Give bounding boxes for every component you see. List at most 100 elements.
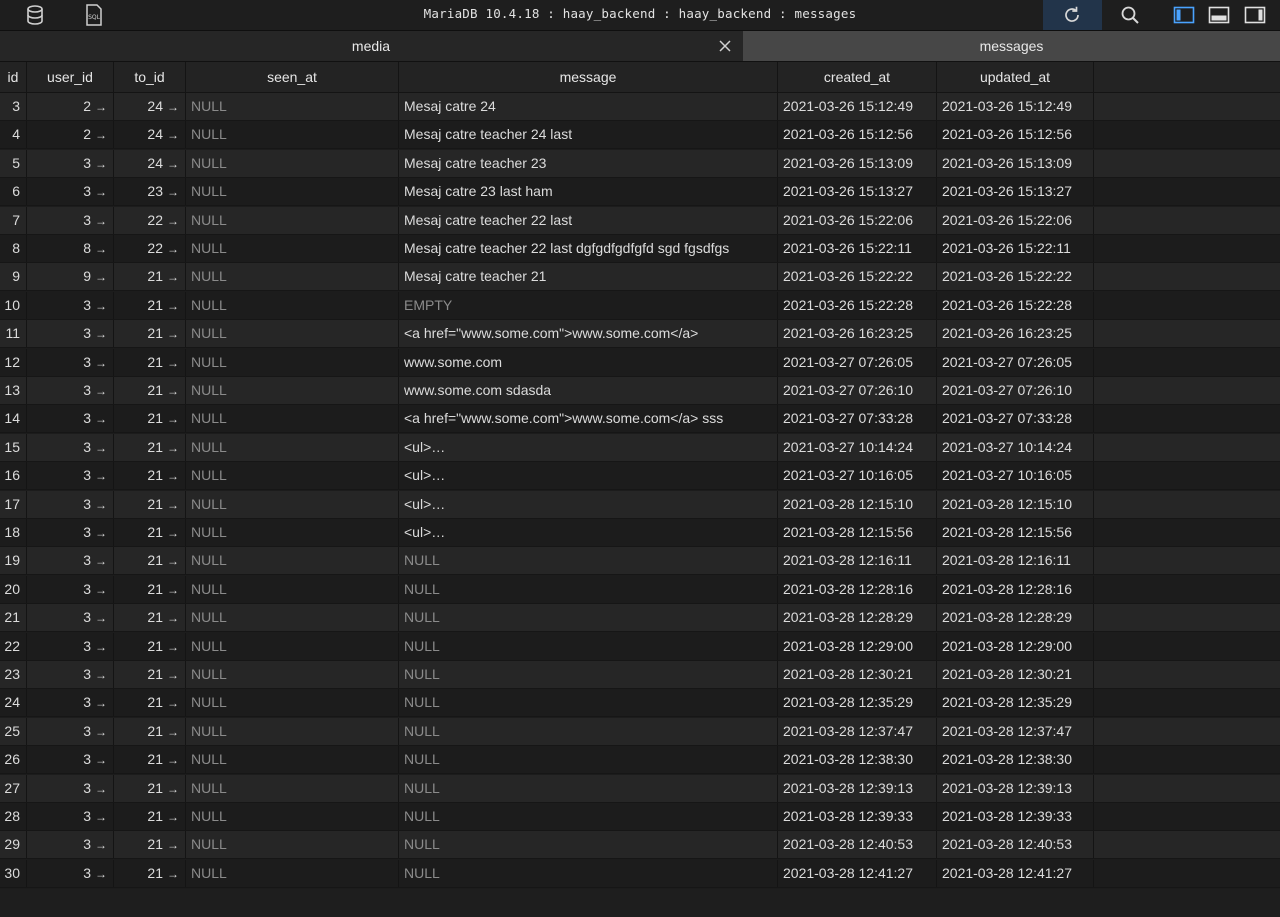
cell-seen-at[interactable]: NULL (186, 121, 399, 149)
cell-to-id[interactable]: 21 → (114, 348, 186, 376)
foreign-key-arrow-icon[interactable]: → (167, 185, 179, 199)
cell-user-id[interactable]: 3 → (27, 689, 114, 717)
cell-message[interactable]: Mesaj catre teacher 23 (399, 149, 778, 177)
cell-created-at[interactable]: 2021-03-27 10:16:05 (778, 462, 937, 490)
foreign-key-arrow-icon[interactable]: → (95, 384, 107, 398)
table-row[interactable]: 20 3 → 21 → NULL NULL 2021-03-28 12:28:16 2021-0… (0, 575, 1280, 604)
cell-id[interactable]: 22 (0, 632, 27, 660)
cell-message[interactable]: <ul>… (399, 462, 778, 490)
cell-created-at[interactable]: 2021-03-28 12:28:29 (778, 604, 937, 632)
cell-message[interactable]: NULL (399, 661, 778, 688)
foreign-key-arrow-icon[interactable]: → (95, 668, 107, 682)
foreign-key-arrow-icon[interactable]: → (95, 128, 107, 142)
cell-to-id[interactable]: 21 → (114, 490, 186, 518)
cell-id[interactable]: 4 (0, 121, 27, 149)
column-header-to-id[interactable]: to_id (114, 62, 186, 92)
cell-message[interactable]: NULL (399, 547, 778, 575)
cell-updated-at[interactable]: 2021-03-26 15:22:11 (937, 235, 1094, 262)
column-header-user-id[interactable]: user_id (27, 62, 114, 92)
foreign-key-arrow-icon[interactable]: → (167, 384, 179, 398)
cell-to-id[interactable]: 22 → (114, 235, 186, 262)
cell-id[interactable]: 14 (0, 405, 27, 433)
cell-updated-at[interactable]: 2021-03-27 10:14:24 (937, 433, 1094, 461)
foreign-key-arrow-icon[interactable]: → (95, 867, 107, 881)
table-row[interactable]: 28 3 → 21 → NULL NULL 2021-03-28 12:39:33 2021-0… (0, 803, 1280, 831)
cell-updated-at[interactable]: 2021-03-28 12:28:29 (937, 604, 1094, 632)
cell-seen-at[interactable]: NULL (186, 746, 399, 774)
cell-id[interactable]: 9 (0, 263, 27, 291)
cell-updated-at[interactable]: 2021-03-26 16:23:25 (937, 320, 1094, 348)
foreign-key-arrow-icon[interactable]: → (167, 611, 179, 625)
cell-user-id[interactable]: 3 → (27, 462, 114, 490)
cell-user-id[interactable]: 3 → (27, 575, 114, 603)
cell-id[interactable]: 16 (0, 462, 27, 490)
cell-updated-at[interactable]: 2021-03-28 12:39:13 (937, 774, 1094, 802)
cell-id[interactable]: 25 (0, 717, 27, 745)
cell-created-at[interactable]: 2021-03-28 12:15:10 (778, 490, 937, 518)
cell-user-id[interactable]: 3 → (27, 746, 114, 774)
cell-to-id[interactable]: 24 → (114, 149, 186, 177)
cell-id[interactable]: 26 (0, 746, 27, 774)
cell-created-at[interactable]: 2021-03-26 15:12:56 (778, 121, 937, 149)
foreign-key-arrow-icon[interactable]: → (95, 356, 107, 370)
cell-user-id[interactable]: 2 → (27, 121, 114, 149)
cell-id[interactable]: 11 (0, 320, 27, 348)
cell-to-id[interactable]: 21 → (114, 405, 186, 433)
cell-created-at[interactable]: 2021-03-26 15:22:06 (778, 206, 937, 234)
cell-updated-at[interactable]: 2021-03-26 15:22:28 (937, 291, 1094, 319)
cell-user-id[interactable]: 3 → (27, 604, 114, 632)
cell-updated-at[interactable]: 2021-03-28 12:40:53 (937, 831, 1094, 859)
foreign-key-arrow-icon[interactable]: → (95, 782, 107, 796)
table-row[interactable]: 21 3 → 21 → NULL NULL 2021-03-28 12:28:29 2021-0… (0, 604, 1280, 633)
cell-user-id[interactable]: 2 → (27, 93, 114, 120)
cell-to-id[interactable]: 21 → (114, 263, 186, 291)
cell-user-id[interactable]: 3 → (27, 519, 114, 546)
cell-seen-at[interactable]: NULL (186, 831, 399, 859)
cell-user-id[interactable]: 3 → (27, 547, 114, 575)
foreign-key-arrow-icon[interactable]: → (167, 356, 179, 370)
table-row[interactable]: 25 3 → 21 → NULL NULL 2021-03-28 12:37:47 2021-0… (0, 717, 1280, 746)
table-row[interactable]: 30 3 → 21 → NULL NULL 2021-03-28 12:41:27 2021-0… (0, 859, 1280, 888)
cell-message[interactable]: NULL (399, 604, 778, 632)
cell-id[interactable]: 5 (0, 149, 27, 177)
cell-updated-at[interactable]: 2021-03-26 15:22:22 (937, 263, 1094, 291)
foreign-key-arrow-icon[interactable]: → (95, 611, 107, 625)
foreign-key-arrow-icon[interactable]: → (167, 128, 179, 142)
cell-message[interactable]: Mesaj catre teacher 21 (399, 263, 778, 291)
cell-updated-at[interactable]: 2021-03-26 15:13:27 (937, 178, 1094, 206)
cell-to-id[interactable]: 21 → (114, 831, 186, 859)
cell-id[interactable]: 12 (0, 348, 27, 376)
column-header-created-at[interactable]: created_at (778, 62, 937, 92)
cell-created-at[interactable]: 2021-03-28 12:39:13 (778, 774, 937, 802)
table-row[interactable]: 24 3 → 21 → NULL NULL 2021-03-28 12:35:29 2021-0… (0, 689, 1280, 718)
table-row[interactable]: 29 3 → 21 → NULL NULL 2021-03-28 12:40:53 2021-0… (0, 831, 1280, 860)
cell-message[interactable]: <ul>… (399, 490, 778, 518)
foreign-key-arrow-icon[interactable]: → (167, 469, 179, 483)
cell-seen-at[interactable]: NULL (186, 291, 399, 319)
cell-updated-at[interactable]: 2021-03-28 12:30:21 (937, 661, 1094, 688)
cell-id[interactable]: 15 (0, 433, 27, 461)
foreign-key-arrow-icon[interactable]: → (95, 640, 107, 654)
cell-to-id[interactable]: 21 → (114, 575, 186, 603)
cell-user-id[interactable]: 3 → (27, 405, 114, 433)
cell-seen-at[interactable]: NULL (186, 632, 399, 660)
left-sidebar-icon[interactable] (1172, 3, 1196, 27)
cell-created-at[interactable]: 2021-03-28 12:16:11 (778, 547, 937, 575)
cell-id[interactable]: 17 (0, 490, 27, 518)
foreign-key-arrow-icon[interactable]: → (95, 498, 107, 512)
cell-created-at[interactable]: 2021-03-28 12:41:27 (778, 859, 937, 887)
foreign-key-arrow-icon[interactable]: → (167, 554, 179, 568)
cell-id[interactable]: 18 (0, 519, 27, 546)
foreign-key-arrow-icon[interactable]: → (95, 242, 107, 256)
cell-user-id[interactable]: 3 → (27, 149, 114, 177)
table-row[interactable]: 22 3 → 21 → NULL NULL 2021-03-28 12:29:00 2021-0… (0, 632, 1280, 661)
cell-updated-at[interactable]: 2021-03-28 12:39:33 (937, 803, 1094, 830)
cell-id[interactable]: 7 (0, 206, 27, 234)
cell-seen-at[interactable]: NULL (186, 377, 399, 404)
table-row[interactable]: 16 3 → 21 → NULL <ul>… 2021-03-27 10:16:05 2021-… (0, 462, 1280, 491)
foreign-key-arrow-icon[interactable]: → (95, 696, 107, 710)
cell-seen-at[interactable]: NULL (186, 604, 399, 632)
cell-to-id[interactable]: 21 → (114, 774, 186, 802)
cell-id[interactable]: 8 (0, 235, 27, 262)
cell-message[interactable]: Mesaj catre teacher 24 last (399, 121, 778, 149)
